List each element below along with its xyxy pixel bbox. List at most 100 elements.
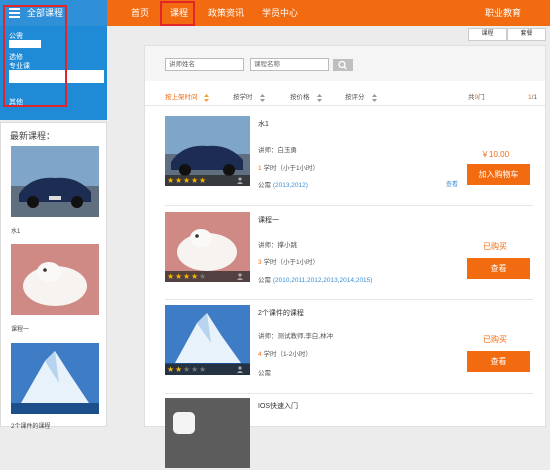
sort-arrow-icon: [372, 94, 377, 102]
course-title[interactable]: 课程一: [258, 215, 279, 225]
course-card: IOS快速入门: [165, 398, 533, 468]
sort-arrow-icon: [204, 94, 209, 102]
nav-student-center[interactable]: 学员中心: [262, 0, 298, 26]
course-teacher: 讲师：白玉勇: [258, 147, 297, 154]
search-row: 讲师姓名 课程名称: [145, 46, 545, 81]
sort-arrow-icon: [317, 94, 322, 102]
user-icon: [237, 177, 243, 184]
latest-courses-title: 最新课程：: [10, 131, 56, 141]
course-teacher: 讲师：测试教师,李白,林冲: [258, 333, 334, 340]
purchased-label: 已购买: [483, 335, 507, 344]
course-thumbnail-animal[interactable]: [11, 244, 99, 315]
user-icon: [237, 273, 243, 280]
course-card: ★ ★ ★ ★ ★ 课程一 讲师：撑小跳 3 学时（小于1小时） 公需 (2010,20…: [165, 212, 533, 300]
star-icon: ★: [175, 176, 183, 185]
star-icon: ★: [167, 272, 175, 281]
sort-by-price-label: 按价格: [290, 94, 310, 101]
course-card: ★ ★ ★ ★ ★ 水1 讲师：白玉勇 1 学时（小于1小时） 公需 (2013,201…: [165, 116, 533, 206]
course-title[interactable]: IOS快速入门: [258, 401, 298, 411]
star-icon: ★: [183, 365, 191, 374]
nav-vocational-education[interactable]: 职业教育: [485, 0, 521, 26]
sort-by-hours-label: 按学时: [233, 94, 253, 101]
course-thumbnail[interactable]: ★ ★ ★ ★ ★: [165, 116, 250, 186]
search-button[interactable]: [333, 59, 353, 71]
total-suffix: 门: [478, 94, 485, 101]
course-list-panel: 讲师姓名 课程名称 按上架时间 按学时 按价格 按评分 共9门 1/1 ★ ★ …: [144, 45, 546, 468]
user-icon: [237, 366, 243, 373]
purchased-label: 已购买: [483, 242, 507, 251]
star-icon: ★: [191, 176, 199, 185]
star-icon: ★: [183, 176, 191, 185]
tab-packages[interactable]: 套餐: [507, 28, 546, 41]
sort-by-hours[interactable]: 按学时: [233, 89, 265, 106]
type-label: 公需: [258, 182, 271, 189]
course-title[interactable]: 水1: [258, 119, 269, 129]
search-icon: [338, 60, 347, 70]
course-name-input[interactable]: 课程名称: [250, 58, 329, 71]
hours-number: 3: [258, 259, 262, 266]
course-thumbnail[interactable]: [165, 398, 250, 468]
latest-course-caption[interactable]: 水1: [11, 226, 20, 235]
course-hours: 3 学时（小于1小时）: [258, 256, 319, 266]
sort-by-rating-label: 按评分: [345, 94, 365, 101]
rating-stars: ★ ★ ★ ★ ★: [165, 271, 250, 282]
sort-by-rating[interactable]: 按评分: [345, 89, 377, 106]
star-icon: ★: [167, 365, 175, 374]
category-highlight: [3, 5, 67, 107]
course-hours: 4 学时（1-2小时）: [258, 348, 312, 358]
course-type: 公需 (2013,2012): [258, 179, 308, 189]
course-years: (2013,2012): [272, 182, 308, 189]
course-image-ios: [165, 398, 250, 468]
hours-number: 4: [258, 351, 262, 358]
type-label: 公需: [258, 277, 271, 284]
star-icon: ★: [167, 176, 175, 185]
course-thumbnail-iceberg[interactable]: [11, 343, 99, 414]
sort-by-price[interactable]: 按价格: [290, 89, 322, 106]
course-years: (2010,2011,2012,2013,2014,2015): [272, 277, 373, 284]
course-thumbnail-car[interactable]: [11, 146, 99, 217]
star-icon: ★: [175, 365, 183, 374]
view-course-button[interactable]: 查看: [467, 258, 530, 279]
view-link[interactable]: 查看: [446, 179, 458, 188]
star-icon: ★: [191, 365, 199, 374]
star-icon: ★: [183, 272, 191, 281]
star-icon: ★: [199, 176, 207, 185]
nav-home[interactable]: 首页: [131, 0, 149, 26]
course-hours: 1 学时（小于1小时）: [258, 162, 319, 172]
course-type: 公需: [258, 367, 271, 377]
pagination: 1/1: [528, 89, 537, 106]
nav-policy-news[interactable]: 政策资讯: [208, 0, 244, 26]
page-total: /1: [531, 94, 538, 101]
rating-stars: ★ ★ ★ ★ ★: [165, 364, 250, 375]
top-navigation-bar: 全部课程 首页 课程 政策资讯 学员中心 职业教育: [0, 0, 550, 26]
teacher-name-input[interactable]: 讲师姓名: [165, 58, 244, 71]
sort-row: 按上架时间 按学时 按价格 按评分 共9门 1/1: [145, 89, 545, 106]
latest-course-caption[interactable]: 2个课件的课程: [11, 421, 50, 430]
nav-courses-highlight: [160, 1, 195, 26]
total-count: 共9门: [468, 89, 485, 106]
rating-stars: ★ ★ ★ ★ ★: [165, 175, 250, 186]
course-price: ￥10.00: [481, 150, 510, 159]
hours-text: 学时（小于1小时）: [263, 165, 320, 172]
view-course-button[interactable]: 查看: [467, 351, 530, 372]
course-card: ★ ★ ★ ★ ★ 2个课件的课程 讲师：测试教师,李白,林冲 4 学时（1-2小时） …: [165, 305, 533, 394]
type-label: 公需: [258, 370, 271, 377]
course-teacher: 讲师：撑小跳: [258, 242, 297, 249]
star-icon: ★: [199, 272, 207, 281]
latest-course-caption[interactable]: 课程一: [11, 324, 29, 333]
sort-by-date-label: 按上架时间: [165, 94, 198, 101]
latest-courses-sidebar: 最新课程： 水1 课程一 2个课件的课程: [0, 122, 107, 430]
sort-by-date[interactable]: 按上架时间: [165, 89, 209, 106]
course-type: 公需 (2010,2011,2012,2013,2014,2015): [258, 274, 372, 284]
course-thumbnail[interactable]: ★ ★ ★ ★ ★: [165, 305, 250, 375]
sort-arrow-icon: [260, 94, 265, 102]
star-icon: ★: [175, 272, 183, 281]
star-icon: ★: [199, 365, 207, 374]
hours-number: 1: [258, 165, 262, 172]
hours-text: 学时（小于1小时）: [263, 259, 320, 266]
tab-courses[interactable]: 课程: [468, 28, 507, 41]
course-thumbnail[interactable]: ★ ★ ★ ★ ★: [165, 212, 250, 282]
add-to-cart-button[interactable]: 加入购物车: [467, 164, 530, 185]
course-title[interactable]: 2个课件的课程: [258, 308, 304, 318]
hours-text: 学时（1-2小时）: [263, 351, 312, 358]
